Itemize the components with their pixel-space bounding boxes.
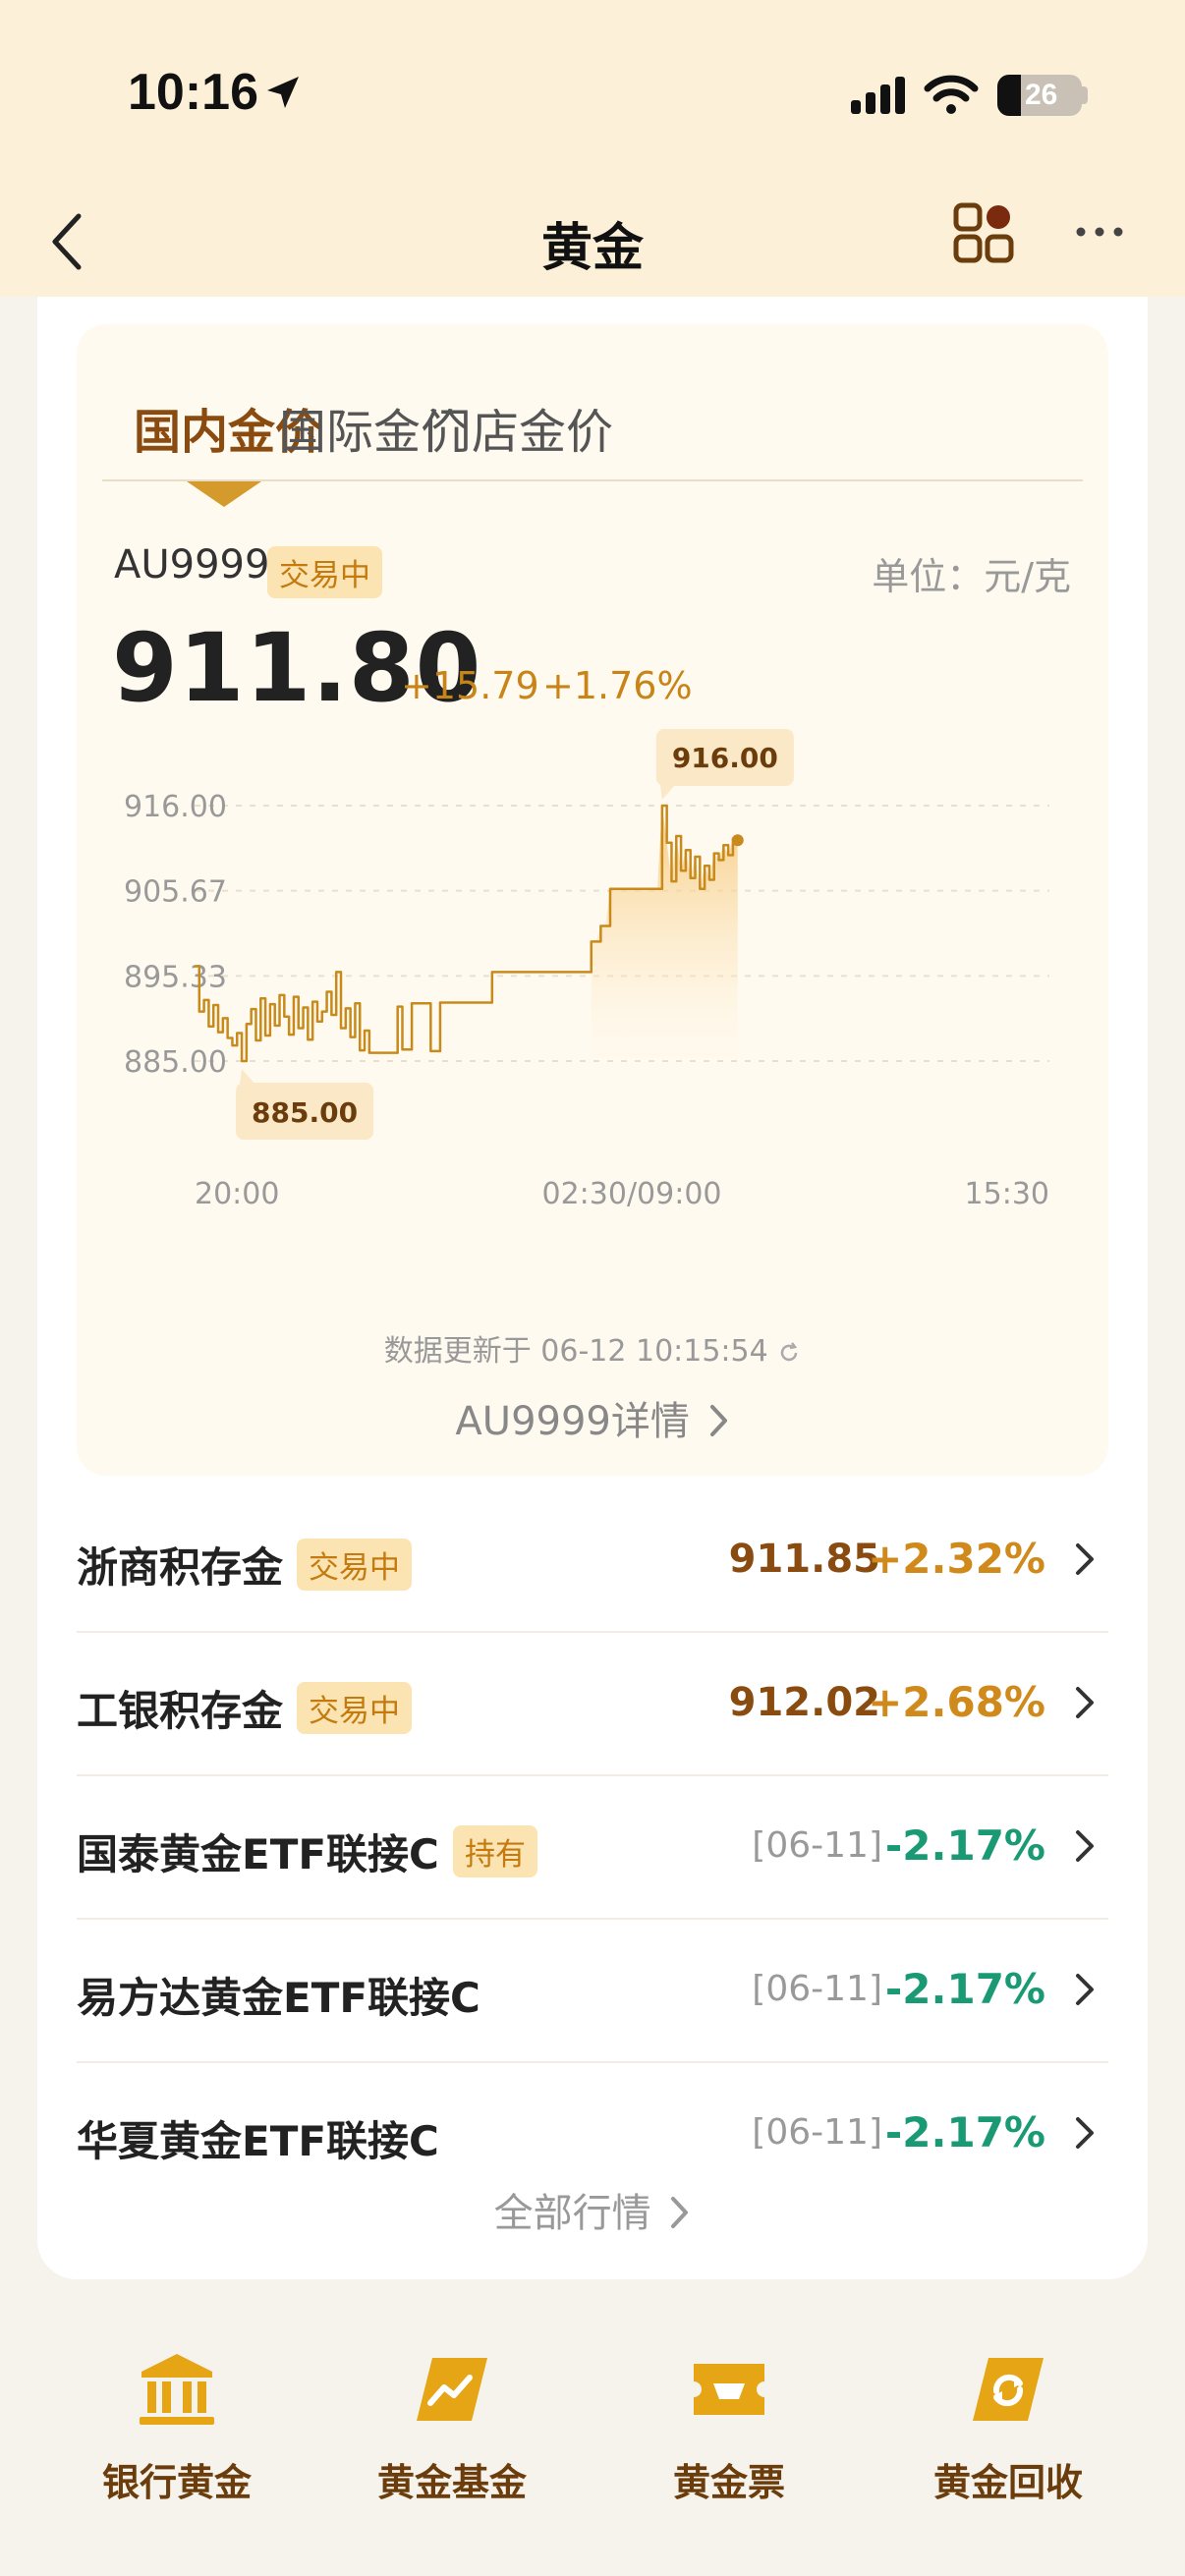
battery-indicator: 26 xyxy=(997,75,1082,116)
gold-recycle-button[interactable]: 黄金回收 xyxy=(880,2348,1136,2506)
price-chart[interactable]: 916.00 905.67 895.33 885.00 20:00 02:30/09:00… xyxy=(77,717,1108,1218)
refresh-icon[interactable] xyxy=(777,1341,801,1365)
product-date: [06-11] xyxy=(752,1969,882,2009)
price-area xyxy=(591,806,738,1061)
product-name: 易方达黄金ETF联接C xyxy=(77,1974,480,2022)
product-name: 工银积存金 xyxy=(77,1687,284,1735)
chevron-right-icon xyxy=(1076,1974,1094,2005)
active-tab-indicator xyxy=(187,481,261,507)
wifi-icon xyxy=(924,75,979,114)
product-date: [06-11] xyxy=(752,1825,882,1866)
fund-chart-icon xyxy=(417,2358,487,2421)
bank-gold-button[interactable]: 银行黄金 xyxy=(49,2348,305,2506)
apps-grid-icon[interactable] xyxy=(953,202,1014,263)
product-status-badge: 持有 xyxy=(453,1825,537,1877)
min-label-pointer xyxy=(240,1069,256,1085)
gold-fund-button[interactable]: 黄金基金 xyxy=(324,2348,580,2506)
gold-fund-label: 黄金基金 xyxy=(376,2461,527,2504)
list-item[interactable]: 易方达黄金ETF联接C [06-11] -2.17% xyxy=(77,1920,1108,2063)
status-time: 10:16 xyxy=(128,64,258,121)
product-status-badge: 交易中 xyxy=(297,1682,412,1734)
y-tick-label: 916.00 xyxy=(124,790,227,824)
update-time-text: 数据更新于 06-12 10:15:54 xyxy=(383,1334,768,1369)
price-change-percent: +1.76% xyxy=(542,664,693,707)
product-change-percent: -2.17% xyxy=(884,2108,1045,2156)
min-price-label: 885.00 xyxy=(252,1096,358,1129)
x-tick-label: 15:30 xyxy=(965,1177,1049,1211)
tab-store-gold[interactable]: 门店金价 xyxy=(424,393,613,462)
bank-icon xyxy=(140,2354,214,2425)
product-change-percent: +2.32% xyxy=(868,1535,1045,1583)
cellular-signal-icon xyxy=(851,77,905,114)
symbol-label: AU9999 xyxy=(114,542,270,588)
ticket-icon xyxy=(694,2364,764,2415)
y-tick-label: 885.00 xyxy=(124,1045,227,1080)
chevron-right-icon xyxy=(1076,1687,1094,1718)
bottom-nav: 银行黄金 黄金基金 黄金票 黄金回收 xyxy=(0,2319,1185,2576)
x-tick-label: 20:00 xyxy=(195,1177,279,1211)
chevron-right-icon xyxy=(1076,1543,1094,1575)
recycle-icon xyxy=(973,2358,1044,2421)
update-time: 数据更新于 06-12 10:15:54 xyxy=(77,1326,1108,1370)
nav-bar: 黄金 xyxy=(0,187,1185,297)
product-change-percent: +2.68% xyxy=(868,1678,1045,1726)
bank-gold-label: 银行黄金 xyxy=(101,2461,252,2504)
product-price: 911.85 xyxy=(728,1537,880,1582)
x-tick-label: 02:30/09:00 xyxy=(541,1177,721,1211)
list-item[interactable]: 国泰黄金ETF联接C 持有 [06-11] -2.17% xyxy=(77,1776,1108,1920)
price-change: +15.79 xyxy=(401,664,539,707)
max-label-pointer xyxy=(659,784,676,800)
max-price-label: 916.00 xyxy=(672,742,778,774)
price-panel: 国内金价 国际金价 门店金价 AU9999 交易中 单位：元/克 911.80 … xyxy=(77,324,1108,1476)
product-price: 912.02 xyxy=(728,1680,880,1725)
list-item[interactable]: 工银积存金 交易中 912.02 +2.68% xyxy=(77,1633,1108,1776)
product-name: 华夏黄金ETF联接C xyxy=(77,2117,439,2165)
product-name: 浙商积存金 xyxy=(77,1543,284,1592)
y-tick-label: 895.33 xyxy=(124,960,227,994)
current-price-dot xyxy=(731,834,744,847)
gold-ticket-label: 黄金票 xyxy=(672,2461,785,2504)
all-markets-label: 全部行情 xyxy=(493,2191,651,2236)
product-date: [06-11] xyxy=(752,2112,882,2153)
status-bar: 10:16 26 xyxy=(0,0,1185,187)
chevron-right-icon xyxy=(671,2197,689,2228)
product-change-percent: -2.17% xyxy=(884,1965,1045,2013)
gold-recycle-label: 黄金回收 xyxy=(932,2461,1083,2504)
y-tick-label: 905.67 xyxy=(124,875,227,910)
symbol-detail-link[interactable]: AU9999详情 xyxy=(77,1389,1108,1446)
gold-ticket-button[interactable]: 黄金票 xyxy=(601,2348,857,2506)
product-name: 国泰黄金ETF联接C xyxy=(77,1830,439,1878)
product-status-badge: 交易中 xyxy=(297,1539,412,1591)
trading-status-badge: 交易中 xyxy=(267,546,382,598)
more-icon[interactable] xyxy=(1075,222,1124,242)
battery-level: 26 xyxy=(1025,79,1058,111)
chevron-right-icon xyxy=(1076,2117,1094,2149)
location-arrow-icon xyxy=(267,77,299,108)
product-change-percent: -2.17% xyxy=(884,1821,1045,1870)
all-markets-link[interactable]: 全部行情 xyxy=(37,2181,1148,2238)
unit-label: 单位：元/克 xyxy=(872,555,1071,598)
gold-content-card: 国内金价 国际金价 门店金价 AU9999 交易中 单位：元/克 911.80 … xyxy=(37,297,1148,2279)
chevron-right-icon xyxy=(1076,1830,1094,1862)
symbol-detail-label: AU9999详情 xyxy=(455,1399,690,1444)
list-item[interactable]: 浙商积存金 交易中 911.85 +2.32% xyxy=(77,1489,1108,1633)
chevron-right-icon xyxy=(709,1405,727,1436)
battery-tip xyxy=(1082,86,1088,104)
